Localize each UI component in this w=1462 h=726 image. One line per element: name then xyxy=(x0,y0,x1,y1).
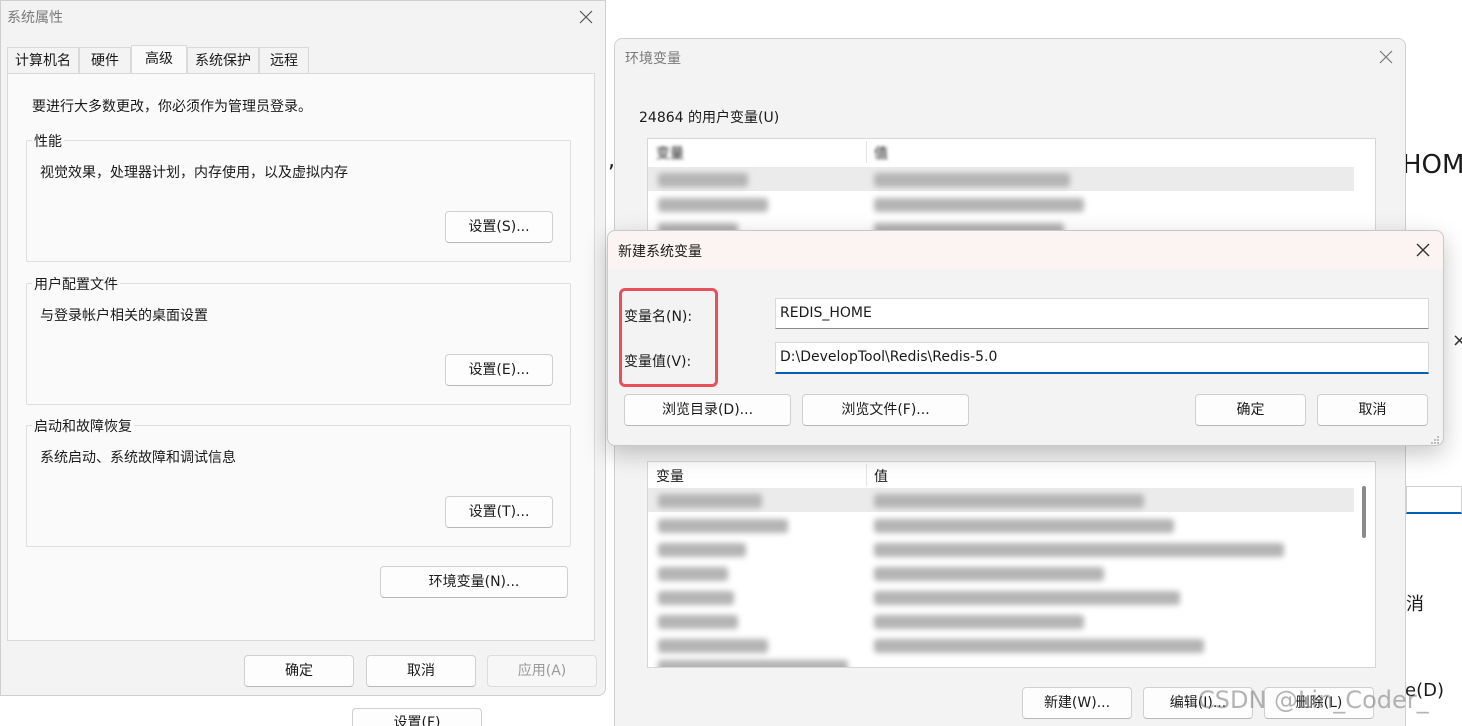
admin-notice: 要进行大多数更改，你必须作为管理员登录。 xyxy=(32,99,312,115)
startup-group xyxy=(26,425,571,547)
blurred-cell xyxy=(658,615,738,629)
cancel-button[interactable]: 取消 xyxy=(1317,394,1428,426)
list-header: 变量 值 xyxy=(648,139,1375,165)
blurred-cell xyxy=(874,567,1104,581)
blurred-cell xyxy=(874,591,1180,605)
column-divider xyxy=(866,141,867,163)
new-variable-button[interactable]: 新建(W)... xyxy=(1022,687,1132,719)
environment-variables-button[interactable]: 环境变量(N)... xyxy=(380,566,568,598)
blurred-cell xyxy=(874,198,1084,212)
blurred-cell xyxy=(658,591,734,605)
dialog-title: 新建系统变量 xyxy=(618,244,702,260)
background-heading-fragment: HOM xyxy=(1402,150,1462,180)
window-title: 系统属性 xyxy=(7,10,63,26)
column-variable[interactable]: 变量 xyxy=(656,143,684,163)
apply-button: 应用(A) xyxy=(487,655,597,687)
variable-value-value: D:\DevelopTool\Redis\Redis-5.0 xyxy=(780,349,998,365)
blurred-cell xyxy=(658,660,848,667)
new-system-variable-dialog: 新建系统变量 变量名(N): 变量值(V): REDIS_HOME D:\Dev… xyxy=(607,230,1444,446)
startup-settings-button[interactable]: 设置(T)... xyxy=(445,496,553,528)
ok-button[interactable]: 确定 xyxy=(1195,394,1306,426)
background-close-icon: × xyxy=(1452,330,1462,351)
blurred-cell xyxy=(874,639,1204,653)
profile-group xyxy=(26,283,571,405)
user-variables-label: 24864 的用户变量(U) xyxy=(639,110,780,126)
blurred-cell xyxy=(874,173,1070,187)
tab-system-protection[interactable]: 系统保护 xyxy=(187,47,259,73)
profile-label: 用户配置文件 xyxy=(32,274,120,294)
variable-name-value: REDIS_HOME xyxy=(780,305,872,321)
tab-advanced[interactable]: 高级 xyxy=(131,45,187,73)
performance-label: 性能 xyxy=(32,131,64,151)
user-variables-list[interactable]: 变量 值 xyxy=(647,138,1376,238)
list-header: 变量 值 xyxy=(648,462,1375,488)
profile-text: 与登录帐户相关的桌面设置 xyxy=(40,308,208,324)
tab-computer-name[interactable]: 计算机名 xyxy=(7,47,79,73)
tab-hardware[interactable]: 硬件 xyxy=(79,47,131,73)
tab-remote[interactable]: 远程 xyxy=(259,47,309,73)
variable-value-field[interactable]: D:\DevelopTool\Redis\Redis-5.0 xyxy=(775,342,1429,374)
blurred-cell xyxy=(874,543,1284,557)
blurred-cell xyxy=(658,494,762,508)
column-variable[interactable]: 变量 xyxy=(656,466,684,486)
ok-button[interactable]: 确定 xyxy=(244,655,354,687)
blurred-cell xyxy=(658,567,728,581)
system-properties-window: 系统属性 计算机名 硬件 高级 系统保护 远程 要进行大多数更改，你必须作为管理… xyxy=(0,0,606,696)
close-icon[interactable] xyxy=(1371,45,1401,69)
blurred-cell xyxy=(658,173,748,187)
background-field xyxy=(1406,486,1462,514)
performance-group xyxy=(26,140,571,262)
browse-directory-button[interactable]: 浏览目录(D)... xyxy=(624,394,791,426)
column-divider xyxy=(866,464,867,486)
blurred-cell xyxy=(658,639,768,653)
blurred-cell xyxy=(874,494,1144,508)
column-value[interactable]: 值 xyxy=(874,466,888,486)
window-title: 环境变量 xyxy=(625,51,681,67)
performance-text: 视觉效果，处理器计划，内存使用，以及虚拟内存 xyxy=(40,165,348,181)
blurred-cell xyxy=(658,519,788,533)
browse-file-button[interactable]: 浏览文件(F)... xyxy=(802,394,969,426)
dialog-titlebar xyxy=(608,231,1443,269)
blurred-cell xyxy=(658,543,746,557)
performance-settings-button[interactable]: 设置(S)... xyxy=(445,211,553,243)
startup-text: 系统启动、系统故障和调试信息 xyxy=(40,450,236,466)
column-value[interactable]: 值 xyxy=(874,143,888,163)
system-variables-list[interactable]: 变量 值 xyxy=(647,461,1376,668)
scrollbar-thumb[interactable] xyxy=(1362,486,1366,538)
cancel-button[interactable]: 取消 xyxy=(366,655,476,687)
label-highlight-box xyxy=(619,288,718,387)
resize-grip-icon[interactable] xyxy=(1430,433,1440,444)
blurred-cell xyxy=(658,198,768,212)
background-button-fragment: 消 xyxy=(1406,594,1424,615)
startup-label: 启动和故障恢复 xyxy=(32,416,134,436)
tab-panel: 要进行大多数更改，你必须作为管理员登录。 性能 视觉效果，处理器计划，内存使用，… xyxy=(7,73,595,641)
close-icon[interactable] xyxy=(571,5,601,29)
close-icon[interactable] xyxy=(1408,238,1438,262)
variable-name-field[interactable]: REDIS_HOME xyxy=(775,298,1429,329)
behind-settings-button: 设置(F) xyxy=(352,708,482,726)
watermark: CSDN @Lin_Coder_ xyxy=(1198,686,1429,714)
blurred-cell xyxy=(874,519,1174,533)
profile-settings-button[interactable]: 设置(E)... xyxy=(445,354,553,386)
blurred-cell xyxy=(874,615,1084,629)
